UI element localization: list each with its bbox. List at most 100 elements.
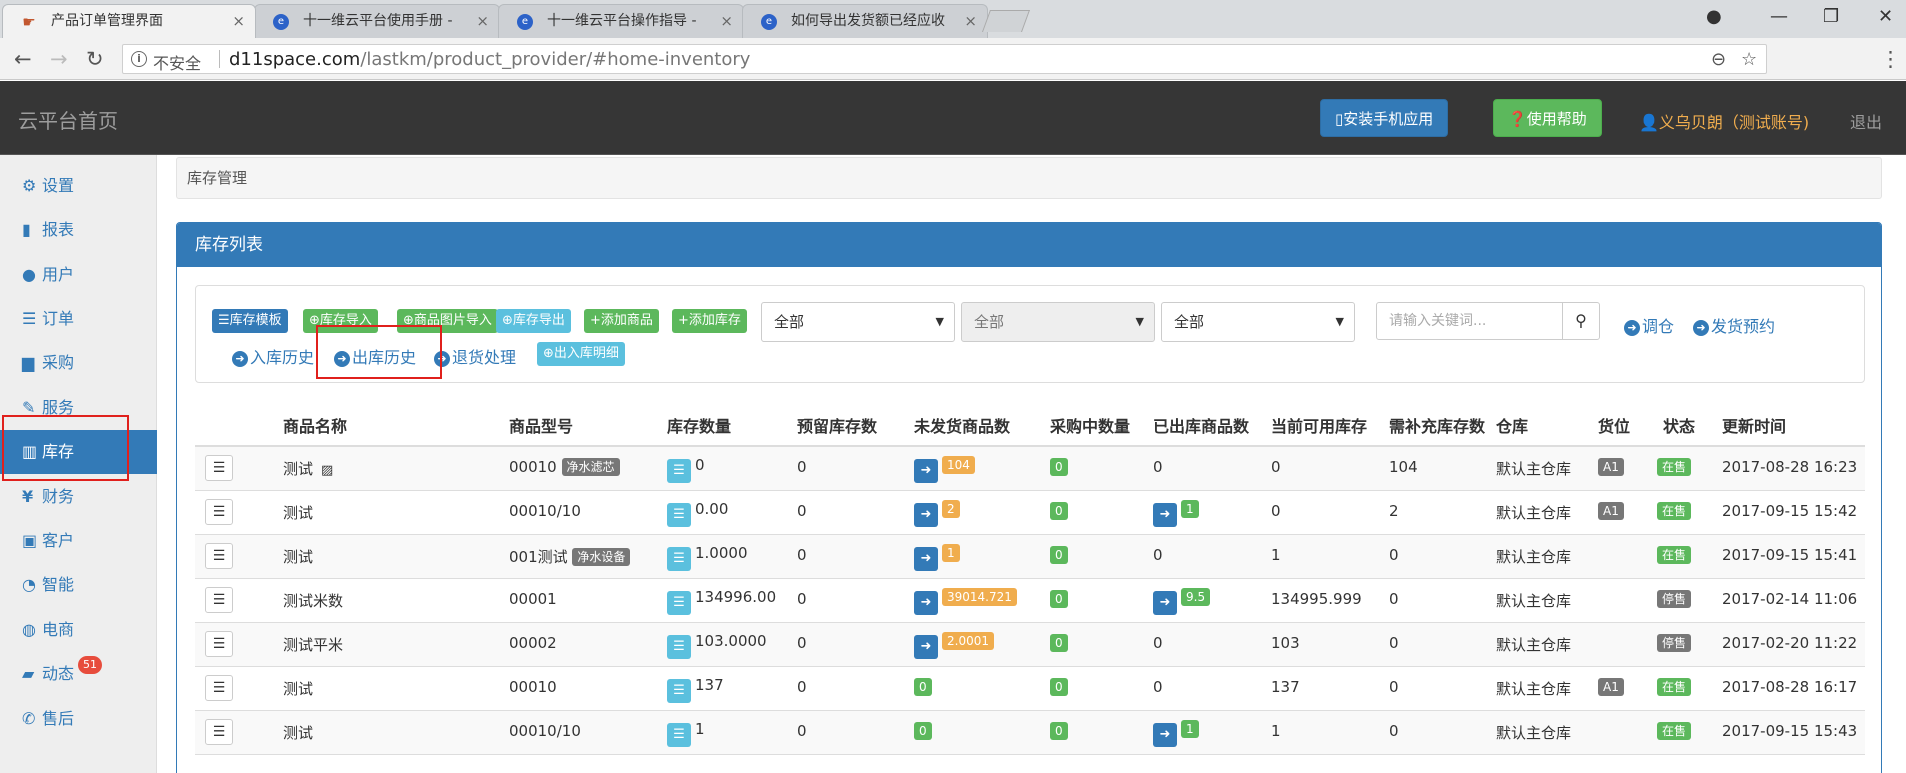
list-icon[interactable]: ☰ (667, 635, 691, 659)
column-header[interactable]: 当前可用库存 (1271, 413, 1367, 437)
sidebar-item-after-sales[interactable]: ✆ 售后 (0, 697, 157, 741)
row-menu-button[interactable]: ☰ (205, 631, 233, 657)
table-row[interactable]: ☰ 测试米数 00001 ☰ 134996.00 0 ➜ 39014.721 0 ➜… (195, 579, 1865, 623)
user-account-link[interactable]: 👤义乌贝朗（测试账号) (1639, 109, 1809, 133)
list-icon[interactable]: ☰ (667, 723, 691, 747)
list-icon[interactable]: ☰ (667, 679, 691, 703)
column-header[interactable]: 状态 (1663, 413, 1695, 437)
inventory-template-button[interactable]: ☰库存模板 (212, 309, 288, 333)
warehouse-select[interactable]: 全部 ▼ (1161, 302, 1355, 342)
logout-link[interactable]: 退出 (1850, 109, 1882, 133)
browser-tab[interactable]: e 如何导出发货额已经应收 × (742, 4, 988, 38)
sidebar-item-activity[interactable]: ▰ 动态 51 (0, 652, 157, 696)
close-icon[interactable]: × (964, 5, 977, 37)
search-button[interactable]: ⚲ (1562, 302, 1600, 340)
close-icon[interactable]: × (476, 5, 489, 37)
add-product-button[interactable]: +添加商品 (584, 309, 659, 333)
column-header[interactable]: 需补充库存数 (1389, 413, 1485, 437)
sidebar-item-reports[interactable]: ▮ 报表 (0, 208, 157, 252)
arrow-circle-right-icon: ➜ (1693, 320, 1709, 336)
category-select[interactable]: 全部 ▼ (761, 302, 955, 342)
arrow-right-icon[interactable]: ➜ (1153, 591, 1177, 615)
arrow-right-icon[interactable]: ➜ (1153, 723, 1177, 747)
column-header[interactable]: 采购中数量 (1050, 413, 1130, 437)
return-processing-link[interactable]: ➜ 退货处理 (434, 344, 516, 368)
table-row[interactable]: ☰ 测试 001测试 净水设备 ☰ 1.0000 0 ➜ 1 0 0 1 0 默认主… (195, 535, 1865, 579)
inbound-history-link[interactable]: ➜ 入库历史 (232, 344, 314, 368)
sidebar-item-orders[interactable]: ☰ 订单 (0, 297, 157, 341)
browser-tab-active[interactable]: ☛ 产品订单管理界面 × (2, 4, 256, 38)
cell-stock: ☰ 0 (667, 456, 705, 483)
zoom-icon[interactable]: ⊖ (1711, 49, 1726, 70)
browser-menu-icon[interactable]: ⋮ (1880, 47, 1901, 71)
minimize-icon[interactable]: — (1770, 6, 1788, 27)
maximize-icon[interactable]: ❐ (1823, 6, 1839, 27)
list-icon[interactable]: ☰ (667, 591, 691, 615)
column-header[interactable]: 未发货商品数 (914, 413, 1010, 437)
column-header[interactable]: 预留库存数 (797, 413, 877, 437)
row-menu-button[interactable]: ☰ (205, 499, 233, 525)
cell-updated: 2017-08-28 16:23 (1722, 458, 1858, 476)
arrow-right-icon[interactable]: ➜ (914, 459, 938, 483)
column-header[interactable]: 已出库商品数 (1153, 413, 1249, 437)
sidebar-item-users[interactable]: ● 用户 (0, 253, 157, 297)
list-icon[interactable]: ☰ (667, 547, 691, 571)
row-menu-button[interactable]: ☰ (205, 543, 233, 569)
sidebar-item-purchase[interactable]: ▆ 采购 (0, 341, 157, 385)
brand-home-link[interactable]: 云平台首页 (18, 105, 118, 134)
add-inventory-button[interactable]: +添加库存 (672, 309, 747, 333)
arrow-right-icon[interactable]: ➜ (1153, 503, 1177, 527)
shipping-reservation-link[interactable]: ➜ 发货预约 (1693, 313, 1775, 337)
column-header[interactable]: 更新时间 (1722, 413, 1786, 437)
inventory-export-button[interactable]: ⊕库存导出 (496, 309, 571, 333)
info-icon[interactable]: i (131, 51, 147, 67)
close-icon[interactable]: × (232, 5, 245, 37)
column-header[interactable]: 库存数量 (667, 413, 731, 437)
image-icon[interactable]: ▨ (321, 463, 333, 478)
browser-tab[interactable]: e 十一维云平台操作指导 - × (498, 4, 744, 38)
select-value: 全部 (1174, 313, 1205, 331)
arrow-right-icon[interactable]: ➜ (914, 591, 938, 615)
column-header[interactable]: 商品型号 (509, 413, 573, 437)
row-menu-button[interactable]: ☰ (205, 675, 233, 701)
browser-tab[interactable]: e 十一维云平台使用手册 - × (254, 4, 500, 38)
arrow-right-icon[interactable]: ➜ (914, 547, 938, 571)
sidebar-item-customers[interactable]: ▣ 客户 (0, 519, 157, 563)
column-header[interactable]: 仓库 (1496, 413, 1528, 437)
forward-arrow-icon[interactable]: → (50, 47, 68, 71)
arrow-right-icon[interactable]: ➜ (914, 503, 938, 527)
sidebar-item-ecommerce[interactable]: ◍ 电商 (0, 608, 157, 652)
table-row[interactable]: ☰ 测试 00010 ☰ 137 0 0 0 0 137 0 默认主仓库 A1 在… (195, 667, 1865, 711)
inout-detail-button[interactable]: ⊕出入库明细 (537, 342, 625, 366)
transfer-link[interactable]: ➜ 调仓 (1624, 313, 1674, 337)
list-icon[interactable]: ☰ (667, 459, 691, 483)
keyword-search-input[interactable] (1376, 302, 1563, 340)
sidebar-item-intelligence[interactable]: ◔ 智能 (0, 563, 157, 607)
cell-status: 在售 (1657, 678, 1692, 696)
model-tag: 净水设备 (572, 548, 631, 566)
table-row[interactable]: ☰ 测试 00010/10 ☰ 1 0 0 0 ➜ 1 1 0 默认主仓库 在售 2… (195, 711, 1865, 755)
new-tab-button[interactable] (981, 10, 1031, 32)
sidebar-item-settings[interactable]: ⚙ 设置 (0, 164, 157, 208)
help-button[interactable]: ❓使用帮助 (1493, 99, 1602, 137)
close-icon[interactable]: × (720, 5, 733, 37)
list-icon[interactable]: ☰ (667, 503, 691, 527)
url-field[interactable]: i 不安全 d11space.com/lastkm/product_provid… (122, 44, 1767, 74)
profile-icon[interactable]: ● (1706, 6, 1722, 27)
subcategory-select[interactable]: 全部 ▼ (961, 302, 1155, 342)
row-menu-button[interactable]: ☰ (205, 719, 233, 745)
table-row[interactable]: ☰ 测试 00010/10 ☰ 0.00 0 ➜ 2 0 ➜ 1 0 2 默认主仓库 … (195, 491, 1865, 535)
row-menu-button[interactable]: ☰ (205, 587, 233, 613)
reload-icon[interactable]: ↻ (86, 47, 104, 71)
row-menu-button[interactable]: ☰ (205, 455, 233, 481)
arrow-right-icon[interactable]: ➜ (914, 635, 938, 659)
bookmark-star-icon[interactable]: ☆ (1741, 49, 1757, 70)
column-header[interactable]: 货位 (1598, 413, 1630, 437)
window-close-icon[interactable]: ✕ (1878, 6, 1893, 27)
install-app-button[interactable]: ▯安装手机应用 (1320, 99, 1449, 137)
back-arrow-icon[interactable]: ← (14, 47, 32, 71)
table-row[interactable]: ☰ 测试平米 00002 ☰ 103.0000 0 ➜ 2.0001 0 0 103… (195, 623, 1865, 667)
sidebar-item-finance[interactable]: ¥ 财务 (0, 475, 157, 519)
table-row[interactable]: ☰ 测试 ▨ 00010 净水滤芯 ☰ 0 0 ➜ 104 0 0 0 104 默认主… (195, 447, 1865, 491)
column-header[interactable]: 商品名称 (283, 413, 347, 437)
